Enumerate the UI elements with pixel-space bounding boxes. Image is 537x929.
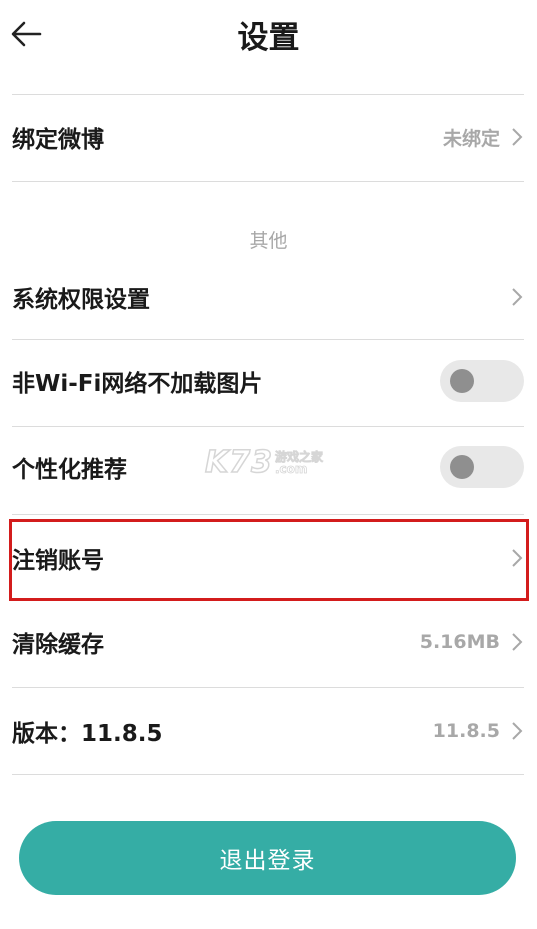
divider: [12, 514, 524, 515]
header-bar: 设置: [0, 0, 537, 70]
version-row[interactable]: 版本：11.8.5 11.8.5: [12, 706, 524, 756]
chevron-right-icon: [512, 633, 523, 651]
system-permissions-label: 系统权限设置: [12, 287, 150, 313]
bind-weibo-row[interactable]: 绑定微博 未绑定: [12, 112, 524, 162]
cache-size: 5.16MB: [419, 631, 500, 653]
version-label: 版本：11.8.5: [12, 721, 163, 747]
toggle-knob: [450, 455, 474, 479]
watermark-tagline: 游戏之家: [275, 449, 324, 464]
divider: [12, 687, 524, 688]
clear-cache-label: 清除缓存: [12, 632, 104, 658]
personalized-recommendation-label: 个性化推荐: [12, 457, 127, 483]
cancel-account-row[interactable]: 注销账号: [12, 533, 524, 583]
logout-button[interactable]: 退出登录: [19, 821, 516, 895]
watermark-domain: .com: [275, 461, 308, 476]
system-permissions-row[interactable]: 系统权限设置: [12, 272, 524, 322]
chevron-right-icon: [512, 288, 523, 306]
chevron-right-icon: [512, 722, 523, 740]
chevron-right-icon: [512, 549, 523, 567]
divider: [12, 426, 524, 427]
section-title-other: 其他: [249, 230, 288, 252]
bind-weibo-status: 未绑定: [442, 127, 500, 150]
chevron-right-icon: [512, 128, 523, 146]
personalized-recommendation-toggle[interactable]: [440, 446, 524, 488]
no-wifi-images-label: 非Wi-Fi网络不加载图片: [12, 371, 263, 397]
no-wifi-images-row: 非Wi-Fi网络不加载图片: [12, 356, 524, 406]
no-wifi-images-toggle[interactable]: [440, 360, 524, 402]
bind-weibo-label: 绑定微博: [12, 127, 104, 153]
page-title: 设置: [237, 20, 300, 56]
watermark-logo: K73 游戏之家 .com: [204, 444, 324, 481]
clear-cache-row[interactable]: 清除缓存 5.16MB: [12, 617, 524, 667]
divider: [12, 339, 524, 340]
version-value: 11.8.5: [432, 720, 500, 742]
divider: [12, 94, 524, 95]
divider: [12, 181, 524, 182]
toggle-knob: [450, 369, 474, 393]
cancel-account-label: 注销账号: [12, 548, 104, 574]
divider: [12, 774, 524, 775]
watermark-brand: K73: [204, 444, 273, 481]
